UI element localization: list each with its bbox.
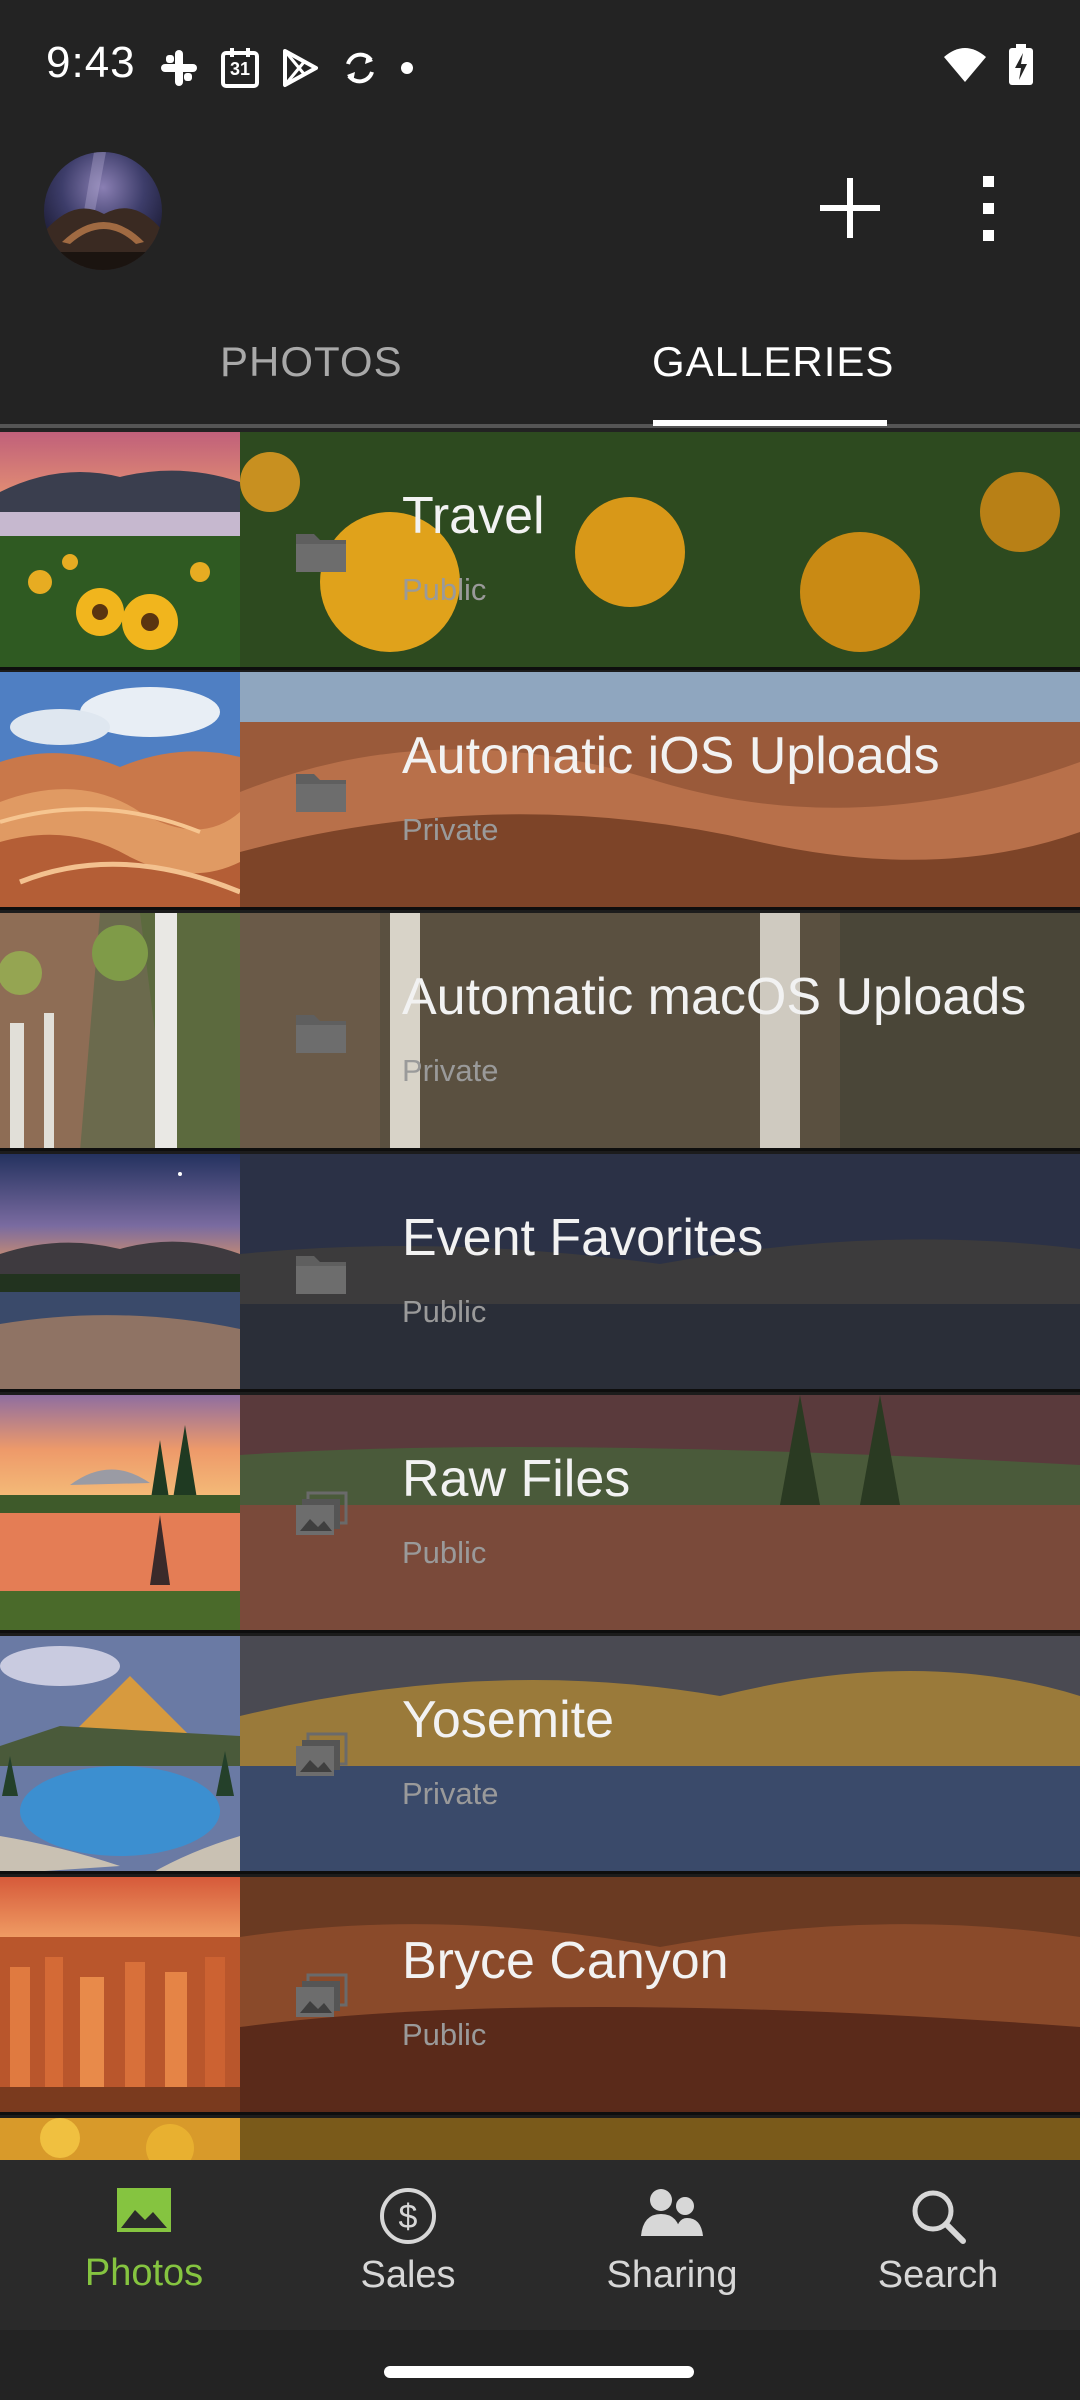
folder-icon: [296, 534, 346, 572]
gallery-background: [240, 672, 1080, 910]
gallery-row[interactable]: Automatic macOS Uploads Private: [0, 913, 1080, 1151]
gallery-title: Yosemite: [402, 1691, 614, 1749]
calendar-day: 31: [229, 59, 251, 79]
gallery-row[interactable]: Raw Files Public: [0, 1395, 1080, 1633]
plus-icon: [820, 178, 880, 238]
wifi-icon: [942, 45, 988, 90]
gallery-background: [240, 432, 1080, 670]
battery-charging-icon: [1008, 44, 1034, 91]
gallery-thumbnail: [0, 1395, 240, 1633]
gallery-background: [240, 1154, 1080, 1392]
gallery-background: [240, 1395, 1080, 1633]
gallery-thumbnail: [0, 672, 240, 910]
gallery-title: Automatic iOS Uploads: [402, 727, 940, 785]
status-time: 9:43: [46, 38, 136, 87]
gallery-row[interactable]: Automatic iOS Uploads Private: [0, 672, 1080, 910]
gallery-thumbnail: [0, 1636, 240, 1874]
tab-bar: PHOTOS GALLERIES: [0, 294, 1080, 428]
status-bar: 9:43 31: [0, 0, 1080, 134]
gallery-privacy: Public: [402, 1294, 487, 1329]
row-divider: [0, 667, 1080, 670]
row-divider: [0, 1389, 1080, 1392]
gallery-privacy: Public: [402, 572, 487, 607]
row-divider: [0, 907, 1080, 910]
gallery-stack-icon: [296, 1973, 348, 2017]
app-bar: [0, 134, 1080, 294]
add-button[interactable]: [818, 176, 882, 240]
slack-icon: [158, 47, 200, 89]
svg-text:$: $: [399, 2198, 418, 2236]
row-divider: [0, 2112, 1080, 2115]
nav-search-label: Search: [877, 2254, 999, 2296]
nav-sales-label: Sales: [360, 2254, 456, 2296]
gallery-background: [240, 913, 1080, 1151]
gallery-row[interactable]: Yosemite Private: [0, 1636, 1080, 1874]
nav-photos-label: Photos: [84, 2252, 204, 2294]
gallery-thumbnail: [0, 2118, 240, 2160]
nav-search[interactable]: Search: [838, 2186, 1038, 2297]
gallery-privacy: Private: [402, 1053, 499, 1088]
bottom-navigation: Photos $ Sales Sharing Search: [0, 2160, 1080, 2330]
gallery-background: [240, 1877, 1080, 2115]
tab-photos[interactable]: PHOTOS: [220, 338, 403, 386]
folder-icon: [296, 1015, 346, 1053]
gallery-title: Bryce Canyon: [402, 1932, 729, 1990]
avatar[interactable]: [44, 152, 162, 270]
gesture-area: [0, 2330, 1080, 2400]
gallery-thumbnail: [0, 913, 240, 1151]
gallery-title: Automatic macOS Uploads: [402, 968, 1027, 1026]
dot-icon: [400, 61, 414, 75]
status-right-icons: [942, 44, 1034, 91]
gallery-stack-icon: [296, 1491, 348, 1535]
more-options-button[interactable]: [960, 174, 1016, 244]
gallery-row[interactable]: Travel Public: [0, 432, 1080, 670]
search-icon: [912, 2190, 966, 2244]
gallery-title: Event Favorites: [402, 1209, 764, 1267]
gallery-row-partial[interactable]: [0, 2118, 1080, 2160]
more-vertical-icon: [983, 176, 994, 241]
gallery-thumbnail: [0, 1877, 240, 2115]
gallery-list[interactable]: Travel Public Automatic iOS Uploads Priv…: [0, 432, 1080, 2160]
tab-indicator: [653, 420, 887, 426]
nav-sharing[interactable]: Sharing: [572, 2186, 772, 2297]
folder-icon: [296, 774, 346, 812]
gallery-privacy: Private: [402, 1776, 499, 1811]
calendar-icon: 31: [220, 47, 260, 89]
people-icon: [641, 2189, 703, 2236]
gallery-privacy: Public: [402, 1535, 487, 1570]
gallery-privacy: Private: [402, 812, 499, 847]
dollar-icon: $: [380, 2188, 436, 2244]
gallery-row[interactable]: Bryce Canyon Public: [0, 1877, 1080, 2115]
gallery-title: Raw Files: [402, 1450, 631, 1508]
home-gesture-handle[interactable]: [384, 2366, 694, 2378]
gallery-row[interactable]: Event Favorites Public: [0, 1154, 1080, 1392]
photo-icon: [117, 2188, 171, 2232]
status-left-icons: 31: [158, 44, 414, 92]
gallery-background: [240, 1636, 1080, 1874]
gallery-thumbnail: [0, 1154, 240, 1392]
nav-sharing-label: Sharing: [606, 2254, 738, 2296]
row-divider: [0, 1630, 1080, 1633]
row-divider: [0, 1148, 1080, 1151]
folder-icon: [296, 1256, 346, 1294]
row-divider: [0, 1871, 1080, 1874]
gallery-privacy: Public: [402, 2017, 487, 2052]
nav-sales[interactable]: $ Sales: [308, 2186, 508, 2297]
gallery-title: Travel: [402, 487, 545, 545]
sync-icon: [340, 47, 380, 89]
gallery-thumbnail: [0, 432, 240, 670]
tab-galleries[interactable]: GALLERIES: [652, 338, 894, 386]
gallery-background: [240, 2118, 1080, 2160]
nav-photos[interactable]: Photos: [44, 2186, 244, 2295]
gallery-stack-icon: [296, 1732, 348, 1776]
play-store-icon: [280, 47, 320, 89]
